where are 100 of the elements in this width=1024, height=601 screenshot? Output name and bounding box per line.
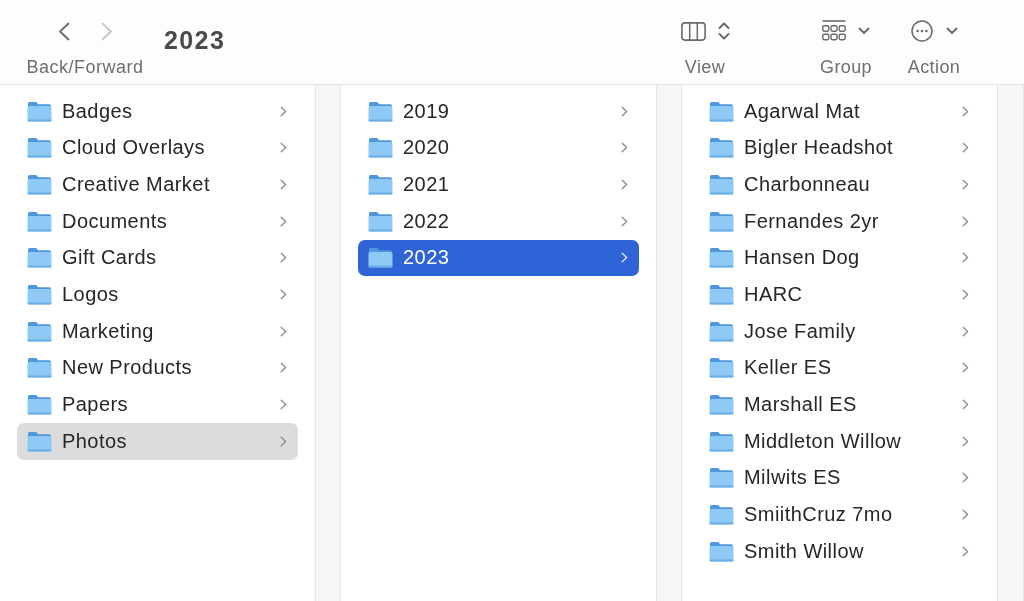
folder-row[interactable]: Hansen Dog bbox=[699, 239, 980, 277]
chevron-right-icon bbox=[962, 105, 969, 117]
folder-icon bbox=[27, 394, 52, 416]
chevron-right-icon bbox=[621, 252, 628, 264]
folder-icon bbox=[709, 394, 734, 416]
chevron-right-icon bbox=[621, 179, 628, 191]
chevron-right-icon bbox=[280, 252, 287, 264]
action-button[interactable]: Action bbox=[904, 0, 964, 84]
chevron-right-icon bbox=[962, 325, 969, 337]
chevron-right-icon bbox=[280, 289, 287, 301]
folder-row[interactable]: Milwits ES bbox=[699, 459, 980, 497]
folder-icon bbox=[368, 100, 393, 122]
folder-icon bbox=[27, 430, 52, 452]
chevron-right-icon bbox=[280, 399, 287, 411]
folder-icon bbox=[709, 174, 734, 196]
chevron-right-icon bbox=[621, 142, 628, 154]
folder-row[interactable]: Charbonneau bbox=[699, 166, 980, 203]
column-resize-gutter[interactable] bbox=[657, 85, 682, 601]
folder-row[interactable]: Smith Willow bbox=[699, 532, 980, 570]
folder-row[interactable]: Keller ES bbox=[699, 349, 980, 387]
folder-icon bbox=[368, 247, 393, 269]
chevron-right-icon bbox=[280, 362, 287, 374]
folder-icon bbox=[709, 467, 734, 489]
column-resize-gutter[interactable] bbox=[316, 85, 341, 601]
chevron-right-icon bbox=[280, 435, 287, 447]
columns-view-icon bbox=[680, 21, 706, 41]
folder-icon bbox=[27, 357, 52, 379]
nav-label: Back/Forward bbox=[26, 56, 144, 78]
folder-icon bbox=[27, 100, 52, 122]
chevron-right-icon bbox=[280, 179, 287, 191]
folder-icon bbox=[709, 137, 734, 159]
chevron-right-icon bbox=[621, 215, 628, 227]
group-button[interactable]: Group bbox=[816, 0, 876, 84]
folder-icon bbox=[709, 247, 734, 269]
folder-icon bbox=[27, 210, 52, 232]
folder-title: 2023 bbox=[164, 25, 226, 55]
chevron-right-icon bbox=[962, 472, 969, 484]
folder-row[interactable]: New Products bbox=[17, 349, 298, 387]
folder-row[interactable]: 2022 bbox=[358, 202, 639, 240]
folder-icon bbox=[709, 320, 734, 342]
folder-row[interactable]: 2021 bbox=[358, 166, 639, 203]
folder-row[interactable]: Marketing bbox=[17, 312, 298, 350]
chevron-right-icon bbox=[621, 105, 628, 117]
folder-row[interactable]: Middleton Willow bbox=[699, 422, 980, 460]
column-resize-gutter[interactable] bbox=[998, 85, 1024, 601]
chevron-right-icon bbox=[962, 179, 969, 191]
folder-row[interactable]: 2020 bbox=[358, 129, 639, 167]
folder-icon bbox=[368, 174, 393, 196]
chevron-down-icon bbox=[858, 27, 870, 35]
chevron-right-icon bbox=[100, 21, 113, 41]
folder-row[interactable]: Papers bbox=[17, 386, 298, 423]
chevron-right-icon bbox=[962, 289, 969, 301]
folder-icon bbox=[27, 174, 52, 196]
folder-row[interactable]: Gift Cards bbox=[17, 239, 298, 277]
chevron-right-icon bbox=[962, 215, 969, 227]
folder-row[interactable]: Documents bbox=[17, 202, 298, 240]
folder-icon bbox=[27, 320, 52, 342]
chevron-right-icon bbox=[962, 509, 969, 521]
folder-row[interactable]: Logos bbox=[17, 276, 298, 313]
chevron-right-icon bbox=[280, 325, 287, 337]
folder-row[interactable]: SmiithCruz 7mo bbox=[699, 496, 980, 533]
up-down-chevron-icon bbox=[717, 22, 730, 40]
folder-row[interactable]: Creative Market bbox=[17, 166, 298, 203]
chevron-left-icon bbox=[57, 21, 70, 41]
folder-row[interactable]: Badges bbox=[17, 93, 298, 130]
folder-icon bbox=[709, 504, 734, 526]
chevron-right-icon bbox=[280, 142, 287, 154]
chevron-right-icon bbox=[962, 399, 969, 411]
chevron-right-icon bbox=[962, 545, 969, 557]
folder-row[interactable]: Fernandes 2yr bbox=[699, 202, 980, 240]
chevron-right-icon bbox=[280, 215, 287, 227]
folder-icon bbox=[368, 137, 393, 159]
folder-icon bbox=[709, 357, 734, 379]
chevron-right-icon bbox=[962, 142, 969, 154]
folder-icon bbox=[709, 284, 734, 306]
chevron-down-icon bbox=[945, 27, 958, 35]
chevron-right-icon bbox=[280, 105, 287, 117]
chevron-right-icon bbox=[962, 362, 969, 374]
folder-icon bbox=[709, 430, 734, 452]
chevron-right-icon bbox=[962, 252, 969, 264]
folder-icon bbox=[368, 210, 393, 232]
folder-row[interactable]: 2023 bbox=[358, 239, 639, 277]
chevron-right-icon bbox=[962, 435, 969, 447]
folder-icon bbox=[27, 284, 52, 306]
folder-icon bbox=[27, 247, 52, 269]
folder-row[interactable]: 2019 bbox=[358, 93, 639, 130]
folder-row[interactable]: Photos bbox=[17, 422, 298, 460]
view-button[interactable]: View bbox=[675, 0, 735, 84]
folder-icon bbox=[709, 540, 734, 562]
folder-icon bbox=[709, 210, 734, 232]
folder-icon bbox=[709, 100, 734, 122]
ellipsis-circle-icon bbox=[910, 20, 933, 42]
folder-row[interactable]: HARC bbox=[699, 276, 980, 313]
folder-icon bbox=[27, 137, 52, 159]
folder-row[interactable]: Bigler Headshot bbox=[699, 129, 980, 167]
folder-row[interactable]: Marshall ES bbox=[699, 386, 980, 423]
folder-row[interactable]: Jose Family bbox=[699, 312, 980, 350]
folder-row[interactable]: Agarwal Mat bbox=[699, 93, 980, 130]
grid-icon bbox=[822, 20, 846, 42]
folder-row[interactable]: Cloud Overlays bbox=[17, 129, 298, 167]
